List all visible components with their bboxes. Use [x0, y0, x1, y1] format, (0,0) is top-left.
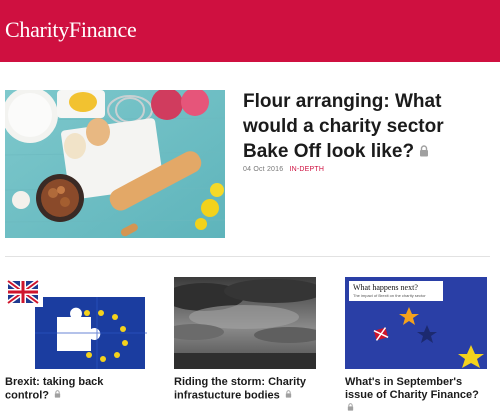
storm-article-title[interactable]: Riding the storm: Charity infrastucture …: [174, 376, 319, 402]
brexit-article-image[interactable]: [5, 277, 147, 369]
magazine-article-title[interactable]: What's in September's issue of Charity F…: [345, 376, 490, 415]
lock-icon: [419, 139, 429, 164]
cover-subheading: The impact of Brexit on the charity sect…: [353, 293, 426, 298]
lock-icon: [54, 389, 61, 402]
storm-article-image[interactable]: [174, 277, 316, 369]
featured-article-meta: 04 Oct 2016 IN-DEPTH: [243, 166, 324, 173]
lock-icon: [285, 389, 292, 402]
cover-heading: What happens next?: [353, 283, 418, 292]
featured-article-image[interactable]: [5, 90, 225, 238]
featured-article-title[interactable]: Flour arranging: What would a charity se…: [243, 89, 488, 164]
site-header: CharityFinance: [0, 0, 500, 62]
featured-title-text: Flour arranging: What would a charity se…: [243, 91, 444, 162]
magazine-article-image[interactable]: What happens next? The impact of Brexit …: [345, 277, 487, 369]
article-date: 04 Oct 2016: [243, 166, 284, 173]
article-category-tag[interactable]: IN-DEPTH: [290, 166, 325, 173]
site-logo[interactable]: CharityFinance: [5, 17, 137, 43]
brexit-article-title[interactable]: Brexit: taking back control?: [5, 376, 145, 402]
section-divider: [5, 256, 490, 257]
card-title-text: What's in September's issue of Charity F…: [345, 376, 479, 401]
